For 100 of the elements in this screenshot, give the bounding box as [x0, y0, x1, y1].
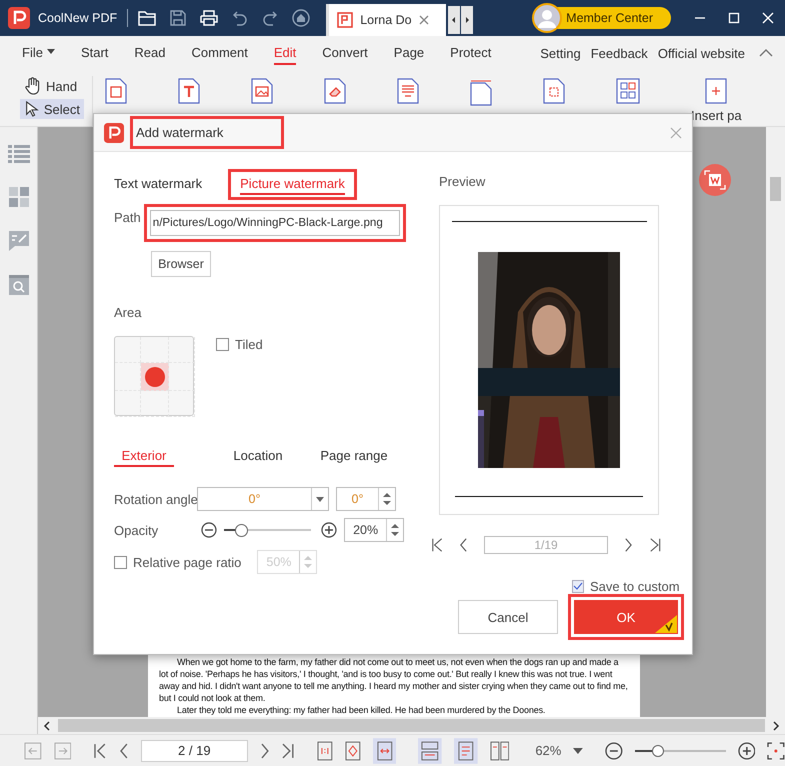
zoom-out-icon[interactable] [605, 742, 623, 760]
app-logo-icon [104, 122, 124, 142]
tool-button[interactable]: Hand [20, 76, 84, 96]
horizontal-scrollbar[interactable] [38, 717, 785, 734]
dialog-title: Add watermark [136, 125, 224, 140]
undo-icon[interactable] [232, 10, 248, 26]
checkbox[interactable] [572, 580, 584, 592]
menu-tab[interactable]: Read [134, 42, 166, 64]
fullscreen-icon[interactable] [767, 742, 785, 760]
next-page-icon[interactable] [624, 537, 633, 553]
plus-icon[interactable] [321, 522, 338, 538]
minus-icon[interactable] [200, 522, 217, 538]
app-logo-icon [8, 7, 30, 29]
preview-label: Preview [439, 174, 486, 189]
path-label: Path [114, 210, 141, 225]
menu-tab[interactable]: Page [394, 42, 424, 64]
search-icon[interactable] [8, 275, 28, 295]
cursor-icon [24, 100, 40, 118]
position-cell[interactable] [115, 391, 141, 417]
page-number-field[interactable]: 2 / 19 [141, 740, 248, 762]
menu-link[interactable]: Setting [540, 46, 581, 60]
settings-tab[interactable]: Exterior [114, 448, 174, 467]
home-icon[interactable] [292, 9, 310, 27]
tiled-label: Tiled [235, 336, 263, 352]
caret-icon [46, 49, 55, 55]
first-page-icon[interactable] [431, 537, 444, 553]
zoom-level[interactable]: 62% [535, 743, 562, 758]
menu-tab[interactable]: File [22, 42, 55, 64]
single-page-icon[interactable] [454, 738, 478, 764]
fit-page-icon[interactable] [344, 740, 361, 760]
scroll-right-icon[interactable] [461, 6, 474, 34]
position-cell[interactable] [141, 391, 169, 417]
previous-page-icon[interactable] [119, 742, 130, 760]
insert-page-icon[interactable] [705, 78, 728, 104]
scroll-left-icon[interactable] [448, 6, 460, 34]
settings-tab[interactable]: Location [210, 448, 306, 467]
slider-thumb[interactable] [235, 524, 248, 536]
edit-text-frame-icon[interactable] [105, 78, 127, 104]
opacity-slider[interactable] [224, 524, 312, 536]
menu-tab[interactable]: Protect [450, 42, 492, 64]
paragraph: Later they told me everything: my father had been killed. He had been murdered by the Doones. [176, 704, 546, 716]
caret-icon[interactable] [573, 748, 584, 754]
continuous-view-icon[interactable] [418, 738, 442, 764]
watermark-type-tab[interactable]: Picture watermark [240, 174, 345, 195]
ok-button[interactable]: OK [574, 600, 678, 634]
add-image-icon[interactable] [251, 78, 273, 104]
last-page-icon[interactable] [648, 537, 661, 553]
position-cell[interactable] [169, 363, 195, 391]
document-convert-icon[interactable] [698, 163, 732, 197]
opacity-spinbox[interactable]: 20% [344, 518, 404, 542]
menu-tab[interactable]: Convert [322, 42, 368, 64]
vertical-scrollbar[interactable] [766, 127, 785, 717]
scroll-right-icon[interactable] [771, 720, 781, 730]
last-page-icon[interactable] [281, 742, 296, 760]
redo-icon[interactable] [262, 10, 278, 26]
path-field[interactable]: n/Pictures/Logo/WinningPC-Black-Large.png [150, 210, 400, 236]
menu-tab[interactable]: Edit [274, 42, 296, 64]
page-grid-icon[interactable] [616, 78, 640, 104]
watermark-type-tab[interactable]: Text watermark [114, 174, 202, 195]
first-page-icon[interactable] [93, 742, 108, 760]
previous-page-icon[interactable] [459, 537, 468, 553]
position-cell[interactable] [115, 337, 141, 363]
menu-link[interactable]: Official website [658, 46, 745, 60]
document-tab[interactable]: Lorna Do [326, 4, 446, 36]
checkbox[interactable] [216, 338, 229, 350]
spin-arrows-icon[interactable] [383, 491, 391, 507]
fit-width-icon[interactable] [372, 738, 396, 764]
slider-thumb[interactable] [652, 744, 664, 756]
thumbnails-icon[interactable] [8, 187, 28, 207]
menu-tab[interactable]: Start [80, 42, 108, 64]
cancel-button[interactable]: Cancel [458, 600, 558, 634]
position-cell[interactable] [141, 363, 169, 391]
actual-size-icon[interactable] [317, 740, 333, 760]
watermark-icon[interactable] [543, 78, 565, 104]
menu-link[interactable]: Feedback [590, 46, 648, 60]
opacity-label: Opacity [114, 522, 160, 538]
open-folder-icon[interactable] [138, 10, 156, 26]
rotation-label: Rotation angle [114, 492, 197, 506]
page-number-icon[interactable] [397, 78, 419, 104]
scroll-left-icon[interactable] [42, 720, 52, 730]
two-page-icon[interactable] [490, 740, 510, 760]
page-size-icon[interactable] [470, 78, 492, 106]
paragraph: When we got home to the farm, my father did not come out to meet us, not even when the dogs ran up and made a lot of noise. 'Perhaps he has visitors,' I thought, 'and is too busy to come out.' But really I knew this was not true. I went away and hid. I didn't want anyone to tell me anything. I heard my mother and sister crying when they came out to find me, but I could not look at them. [159, 656, 629, 704]
position-cell[interactable] [169, 337, 195, 363]
zoom-in-icon[interactable] [738, 742, 756, 760]
next-page-icon[interactable] [260, 742, 270, 760]
text-tool-icon[interactable] [178, 78, 200, 104]
menu-tab[interactable]: Comment [192, 42, 248, 64]
spin-arrows-icon[interactable] [391, 522, 399, 538]
browse-button[interactable]: Browser [151, 251, 211, 277]
print-icon[interactable] [200, 10, 218, 26]
zoom-slider[interactable] [634, 744, 726, 756]
save-icon[interactable] [170, 10, 186, 26]
settings-tab[interactable]: Page range [306, 448, 402, 467]
tool-button[interactable]: Select [20, 99, 84, 119]
eraser-icon[interactable] [324, 78, 346, 104]
area-label: Area [114, 305, 142, 320]
maximize-icon[interactable] [728, 12, 740, 24]
position-cell[interactable] [169, 391, 195, 417]
collapse-icon[interactable] [759, 49, 773, 57]
